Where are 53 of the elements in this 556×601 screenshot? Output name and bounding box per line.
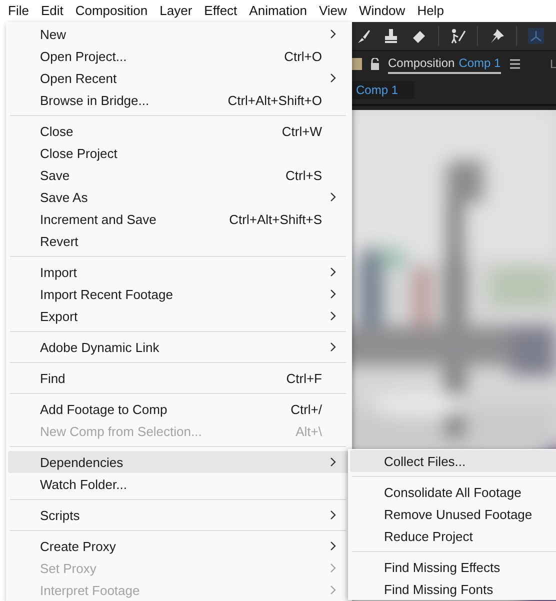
menu-bar-item[interactable]: View [312,0,353,22]
menu-bar-item[interactable]: File [2,0,35,22]
menu-bar-item[interactable]: Window [352,0,412,22]
menu-item[interactable]: Open Recent [8,67,350,89]
menu-item[interactable]: Increment and Save Ctrl+Alt+Shift+S [8,208,350,230]
menu-bar-item[interactable]: Composition [69,0,154,22]
shortcut-label: Ctrl+F [286,370,322,386]
menu-item[interactable]: Find Ctrl+F [8,367,350,389]
menu-bar-item[interactable]: Help [411,0,450,22]
menu-bar-item[interactable]: Animation [243,0,313,22]
shortcut-label: Ctrl+Alt+Shift+S [229,212,322,226]
stamp-icon[interactable] [382,27,400,45]
menu-item[interactable]: Save Ctrl+S [8,164,350,186]
shortcut-label: Ctrl+Alt+Shift+O [228,92,322,108]
menu-item[interactable]: Save As [8,186,350,208]
menu-item[interactable]: Watch Folder... [8,473,350,495]
shortcut-label: Ctrl+S [286,168,322,182]
menu-item[interactable]: Create Proxy [8,535,350,557]
menu-item[interactable]: Scripts [8,504,350,526]
menu-bar-item[interactable]: Edit [34,0,70,22]
menu-item[interactable]: Consolidate All Footage [350,481,556,503]
menu-item[interactable]: Export [8,305,350,327]
menu-item[interactable]: Import Recent Footage [8,283,350,305]
lock-icon[interactable] [370,58,380,70]
menu-bar-item[interactable]: Layer [154,0,198,22]
menu-item[interactable]: Revert [8,230,350,252]
shortcut-label: Ctrl+/ [290,402,322,416]
menu-item[interactable]: Find Missing Effects [350,556,556,578]
shortcut-label: Ctrl+O [284,48,322,64]
menu-item[interactable]: Open Project... Ctrl+O [8,45,350,67]
menu-item[interactable]: New [8,23,350,45]
menu-item[interactable]: Close Project [8,142,350,164]
menu-item[interactable]: Find Missing Fonts [350,578,556,600]
pin-icon[interactable] [488,27,506,45]
puppet-pin-icon[interactable] [449,27,467,45]
menu-bar-item[interactable]: Effect [198,0,244,22]
menu-item[interactable]: Import [8,261,350,283]
menu-item[interactable]: Reduce Project [350,525,556,547]
viewer-tab[interactable]: Comp 1 [352,81,414,99]
panel-tab[interactable]: L [550,56,556,70]
shortcut-label: Alt+\ [296,424,322,438]
color-swatch [352,58,362,70]
menu-item[interactable]: Close Ctrl+W [8,120,350,142]
menu-item[interactable]: Remove Unused Footage [350,503,556,525]
menu-item[interactable]: Browse in Bridge... Ctrl+Alt+Shift+O [8,89,350,111]
menu-item[interactable]: Adobe Dynamic Link [8,336,350,358]
menu-item[interactable]: Dependencies [8,451,350,473]
menu-icon[interactable] [508,58,521,68]
menu-item[interactable]: Add Footage to Comp Ctrl+/ [8,398,350,420]
panel-tab[interactable]: Composition Comp 1 [388,54,501,74]
axis-icon[interactable] [527,27,545,45]
menu-item[interactable]: Collect Files... [350,450,556,472]
shortcut-label: Ctrl+W [282,124,322,138]
